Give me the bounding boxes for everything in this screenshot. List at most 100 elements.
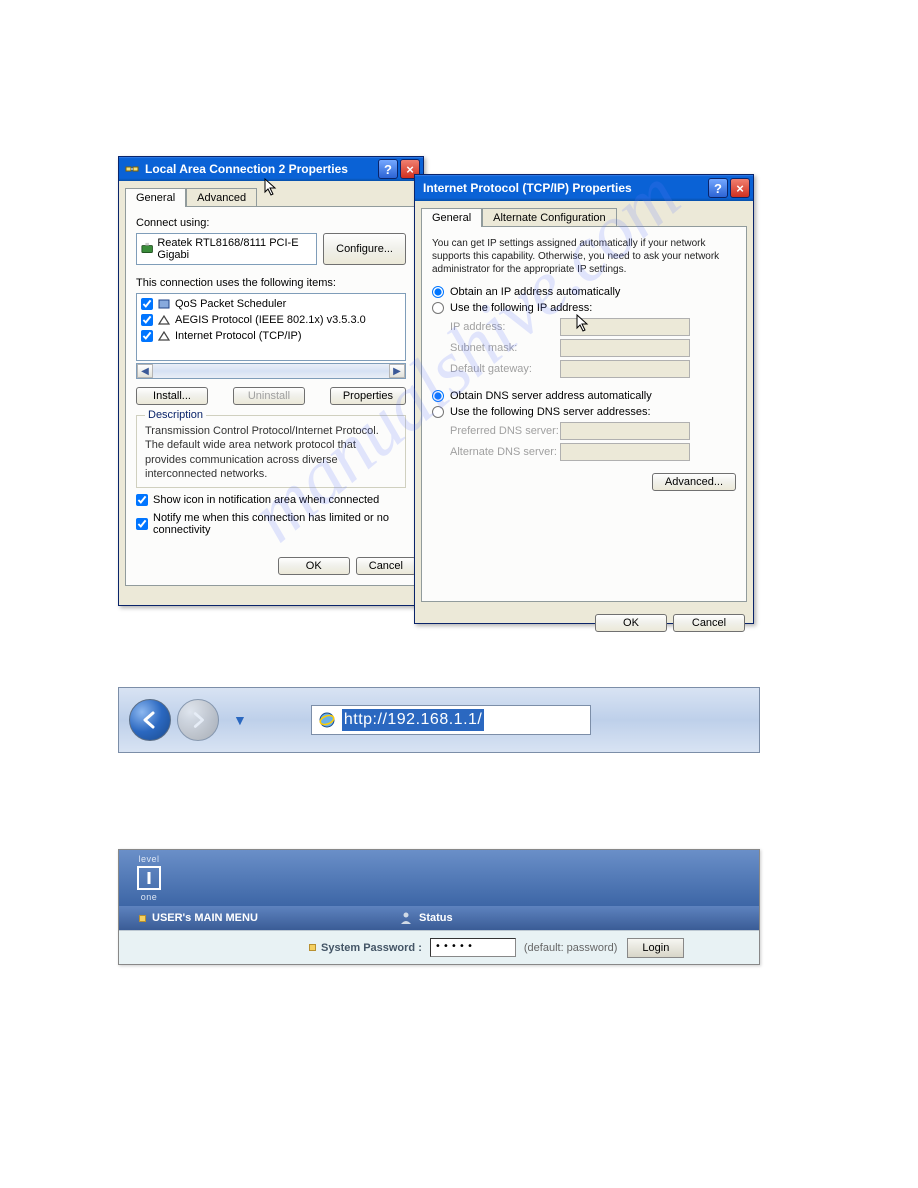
router-login-panel: level one USER's MAIN MENU Status System… [118, 849, 760, 965]
item-label: AEGIS Protocol (IEEE 802.1x) v3.5.3.0 [175, 314, 366, 326]
ok-button[interactable]: OK [278, 557, 350, 575]
person-icon [399, 911, 413, 925]
logo-one-icon [135, 864, 163, 892]
adapter-name-display: Reatek RTL8168/8111 PCI-E Gigabi [136, 233, 317, 265]
show-icon-label: Show icon in notification area when conn… [153, 494, 379, 506]
help-button[interactable]: ? [708, 178, 728, 198]
system-password-input[interactable]: ••••• [430, 938, 516, 957]
tab-advanced[interactable]: Advanced [186, 188, 257, 207]
install-button[interactable]: Install... [136, 387, 208, 405]
list-item[interactable]: QoS Packet Scheduler [137, 296, 405, 312]
dialog1-tabs: General Advanced [119, 181, 423, 206]
logo-bottom-text: one [141, 892, 158, 902]
tab-general[interactable]: General [125, 188, 186, 207]
cancel-button[interactable]: Cancel [356, 557, 416, 575]
forward-button [177, 699, 219, 741]
login-button[interactable]: Login [627, 938, 684, 958]
notify-checkbox[interactable] [136, 518, 148, 530]
form-bullet-icon [309, 944, 316, 951]
url-text: http://192.168.1.1/ [342, 709, 485, 731]
gateway-label: Default gateway: [450, 363, 560, 375]
ip-address-input [560, 318, 690, 336]
protocol-icon [157, 313, 171, 327]
dialog2-tabs: General Alternate Configuration [415, 201, 753, 226]
adapter-name-text: Reatek RTL8168/8111 PCI-E Gigabi [157, 237, 312, 261]
tab-alternate-configuration[interactable]: Alternate Configuration [482, 208, 617, 227]
dialog2-tab-body: You can get IP settings assigned automat… [421, 226, 747, 602]
scroll-track[interactable] [153, 364, 389, 378]
service-icon [157, 297, 171, 311]
tcpip-properties-dialog: Internet Protocol (TCP/IP) Properties ? … [414, 174, 754, 624]
list-item[interactable]: AEGIS Protocol (IEEE 802.1x) v3.5.3.0 [137, 312, 405, 328]
ip-address-label: IP address: [450, 321, 560, 333]
browser-address-bar: ▼ http://192.168.1.1/ [118, 687, 760, 753]
protocol-icon [157, 329, 171, 343]
use-following-ip-radio[interactable] [432, 302, 444, 314]
scroll-left-button[interactable]: ◀ [137, 364, 153, 378]
description-text: Transmission Control Protocol/Internet P… [145, 424, 397, 481]
uninstall-button[interactable]: Uninstall [233, 387, 305, 405]
obtain-ip-auto-label: Obtain an IP address automatically [450, 286, 620, 298]
back-button[interactable] [129, 699, 171, 741]
default-password-hint: (default: password) [524, 942, 618, 954]
gateway-input [560, 360, 690, 378]
nav-dropdown-icon[interactable]: ▼ [225, 712, 255, 728]
use-following-dns-radio[interactable] [432, 406, 444, 418]
ie-icon [318, 711, 336, 729]
properties-button[interactable]: Properties [330, 387, 406, 405]
help-button[interactable]: ? [378, 159, 398, 179]
scroll-right-button[interactable]: ▶ [389, 364, 405, 378]
description-group: Description Transmission Control Protoco… [136, 415, 406, 488]
router-logo: level one [135, 854, 163, 902]
cancel-button[interactable]: Cancel [673, 614, 745, 632]
preferred-dns-input [560, 422, 690, 440]
dialog1-tab-body: Connect using: Reatek RTL8168/8111 PCI-E… [125, 206, 417, 586]
system-password-text: System Password : [321, 942, 422, 954]
tab-general[interactable]: General [421, 208, 482, 227]
notify-label: Notify me when this connection has limit… [153, 512, 406, 536]
use-following-ip-label: Use the following IP address: [450, 302, 592, 314]
dialog2-title: Internet Protocol (TCP/IP) Properties [423, 181, 702, 195]
ok-button[interactable]: OK [595, 614, 667, 632]
info-text: You can get IP settings assigned automat… [432, 237, 736, 276]
dialog1-titlebar: Local Area Connection 2 Properties ? × [119, 157, 423, 181]
alternate-dns-label: Alternate DNS server: [450, 446, 560, 458]
url-field[interactable]: http://192.168.1.1/ [311, 705, 591, 735]
obtain-dns-auto-radio[interactable] [432, 390, 444, 402]
status-label[interactable]: Status [419, 912, 453, 924]
close-button[interactable]: × [730, 178, 750, 198]
subnet-mask-label: Subnet mask: [450, 342, 560, 354]
list-item[interactable]: Internet Protocol (TCP/IP) [137, 328, 405, 344]
adapter-icon [141, 242, 153, 256]
local-area-connection-properties-dialog: Local Area Connection 2 Properties ? × G… [118, 156, 424, 606]
dialog2-title-buttons: ? × [708, 178, 750, 198]
item-checkbox[interactable] [141, 314, 153, 326]
logo-top-text: level [138, 854, 159, 864]
horizontal-scrollbar[interactable]: ◀ ▶ [136, 363, 406, 379]
main-menu-label: USER's MAIN MENU [152, 912, 258, 924]
menu-bullet-icon [139, 915, 146, 922]
dialog1-title: Local Area Connection 2 Properties [145, 162, 372, 176]
configure-button[interactable]: Configure... [323, 233, 406, 265]
subnet-mask-input [560, 339, 690, 357]
router-login-form: System Password : ••••• (default: passwo… [119, 930, 759, 964]
item-label: Internet Protocol (TCP/IP) [175, 330, 302, 342]
obtain-dns-auto-label: Obtain DNS server address automatically [450, 390, 652, 402]
item-checkbox[interactable] [141, 298, 153, 310]
advanced-button[interactable]: Advanced... [652, 473, 736, 491]
description-legend: Description [145, 409, 206, 421]
items-label: This connection uses the following items… [136, 277, 406, 289]
obtain-ip-auto-radio[interactable] [432, 286, 444, 298]
system-password-label: System Password : [309, 942, 422, 954]
connection-items-list[interactable]: QoS Packet Scheduler AEGIS Protocol (IEE… [136, 293, 406, 361]
router-header: level one [119, 850, 759, 906]
router-menu-bar: USER's MAIN MENU Status [119, 906, 759, 930]
item-label: QoS Packet Scheduler [175, 298, 286, 310]
use-following-dns-label: Use the following DNS server addresses: [450, 406, 651, 418]
connect-using-label: Connect using: [136, 217, 406, 229]
network-icon [125, 162, 139, 176]
alternate-dns-input [560, 443, 690, 461]
dialog2-titlebar: Internet Protocol (TCP/IP) Properties ? … [415, 175, 753, 201]
item-checkbox[interactable] [141, 330, 153, 342]
show-icon-checkbox[interactable] [136, 494, 148, 506]
